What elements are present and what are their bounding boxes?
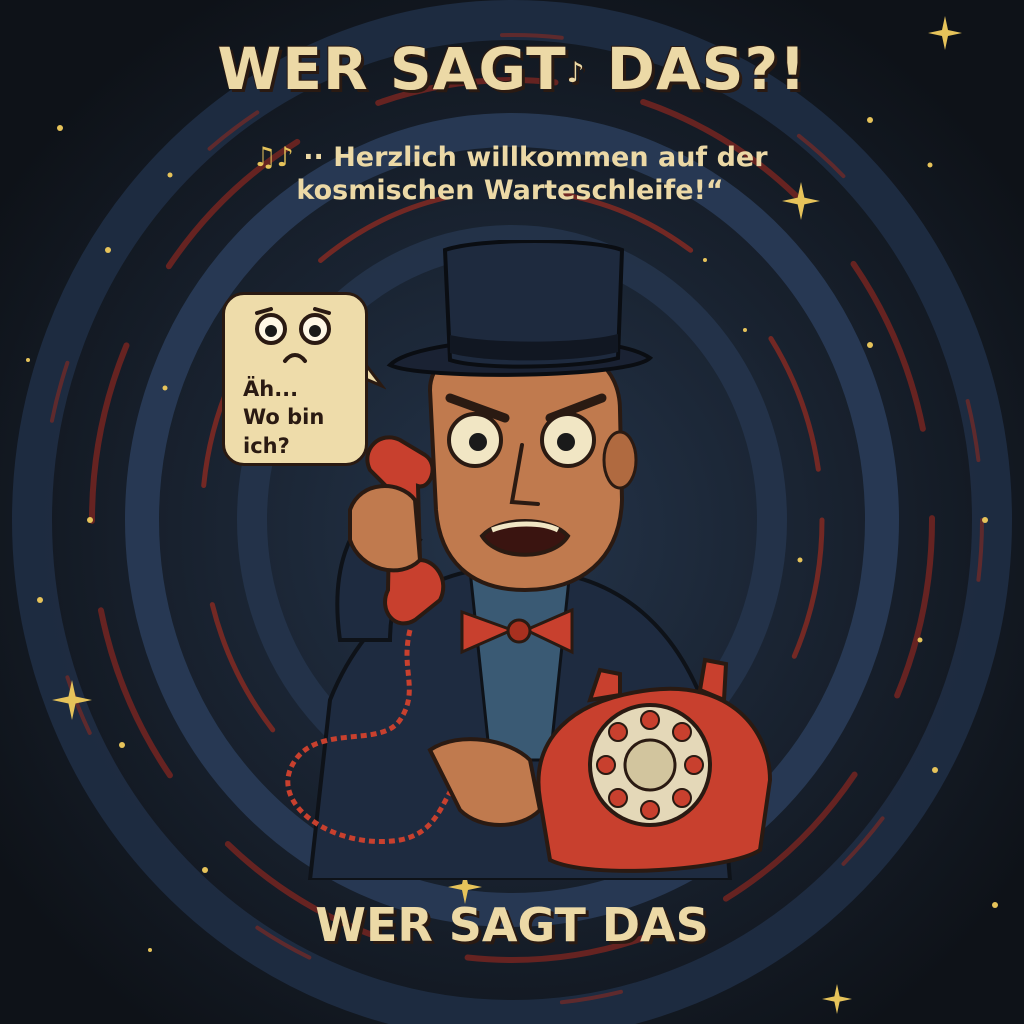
poster-title: WER SAGT♪ DAS?! — [0, 40, 1024, 98]
title-part-1: WER SAGT — [217, 35, 567, 103]
sparkle-star-icon — [822, 984, 852, 1014]
subtitle-line-1: ·· Herzlich willkommen auf der — [303, 142, 768, 173]
speech-bubble: Äh... Wo bin ich? — [222, 292, 368, 466]
bottom-title: WER SAGT DAS — [315, 898, 709, 952]
title-part-2: DAS?! — [606, 35, 807, 103]
worried-face-icon — [255, 307, 331, 363]
hand — [348, 484, 423, 573]
speech-bubble-text: Äh... Wo bin ich? — [243, 375, 373, 460]
music-notes-icon: ♫♪ — [252, 142, 294, 173]
speech-line-1: Äh... — [243, 377, 299, 401]
music-note-icon: ♪ — [566, 55, 586, 89]
speech-line-2: Wo bin ich? — [243, 405, 325, 458]
sparkle-star-icon — [52, 680, 92, 720]
poster: WER SAGT♪ DAS?! ♫♪ ·· Herzlich willkomme… — [0, 0, 1024, 1024]
top-hat-icon — [386, 240, 654, 377]
subtitle-line-2: kosmischen Warteschleife!“ — [296, 174, 724, 206]
subtitle: ♫♪ ·· Herzlich willkommen auf der kosmis… — [180, 142, 840, 208]
